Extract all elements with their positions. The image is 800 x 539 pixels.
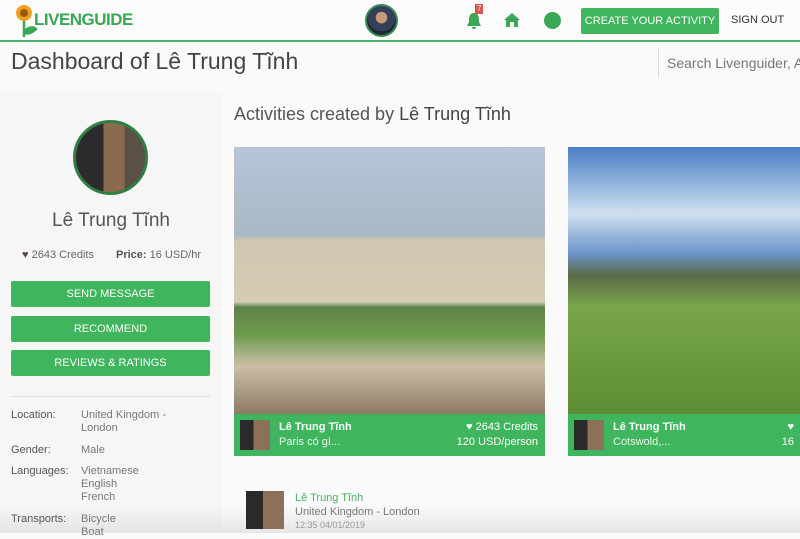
activity-card-footer[interactable]: Lê Trung Tĩnh Paris có gì... ♥ 2643 Cred…	[234, 414, 545, 456]
profile-credits: ♥ 2643 Credits	[22, 249, 94, 261]
home-icon[interactable]	[503, 12, 521, 28]
info-value: Vietnamese English French	[81, 465, 139, 503]
author-avatar	[574, 420, 604, 450]
comment-author[interactable]: Lê Trung Tĩnh	[295, 492, 363, 504]
author-name[interactable]: Lê Trung Tĩnh	[279, 421, 352, 433]
comment-time: 12:35 04/01/2019	[295, 520, 366, 530]
info-value: Male	[81, 444, 105, 456]
info-value: United Kingdom - London	[81, 409, 166, 434]
author-name[interactable]: Lê Trung Tĩnh	[613, 421, 686, 433]
user-avatar[interactable]	[365, 4, 398, 37]
info-label: Languages:	[11, 465, 69, 477]
recommend-button[interactable]: RECOMMEND	[11, 316, 210, 342]
comment-avatar	[246, 491, 284, 529]
activity-image[interactable]	[568, 147, 800, 414]
create-activity-button[interactable]: CREATE YOUR ACTIVITY	[581, 8, 719, 34]
divider	[11, 396, 210, 397]
info-value: Bicycle Boat	[81, 513, 116, 538]
heart-icon: ♥	[787, 421, 794, 433]
profile-avatar	[73, 120, 148, 195]
profile-name: Lê Trung Tĩnh	[52, 210, 170, 231]
reviews-ratings-button[interactable]: REVIEWS & RATINGS	[11, 350, 210, 376]
top-navbar: LIVENGUIDE 7 CREATE YOUR ACTIVITY SIGN O…	[0, 0, 800, 42]
bell-icon[interactable]	[466, 12, 482, 30]
activity-desc: Paris có gì...	[279, 436, 341, 448]
author-avatar	[240, 420, 270, 450]
profile-price: Price: 16 USD/hr	[116, 249, 201, 261]
activity-card-footer[interactable]: Lê Trung Tĩnh Cotswold,... ♥ 16	[568, 414, 800, 456]
logo-text[interactable]: LIVENGUIDE	[34, 10, 133, 30]
activity-image[interactable]	[234, 147, 545, 414]
info-label: Gender:	[11, 444, 51, 456]
search-input[interactable]	[658, 48, 800, 78]
globe-icon[interactable]	[544, 12, 561, 29]
heart-icon: ♥	[466, 421, 473, 433]
send-message-button[interactable]: SEND MESSAGE	[11, 281, 210, 307]
heart-icon: ♥	[22, 249, 29, 261]
sign-out-link[interactable]: SIGN OUT	[731, 14, 784, 26]
activity-credits: ♥ 2643 Credits	[466, 421, 538, 433]
info-label: Location:	[11, 409, 56, 421]
activity-desc: Cotswold,...	[613, 436, 671, 448]
activities-heading: Activities created by Lê Trung Tĩnh	[234, 104, 511, 124]
activity-price: 16	[781, 436, 794, 448]
notification-badge: 7	[475, 4, 484, 14]
activity-price: 120 USD/person	[456, 436, 538, 448]
info-label: Transports:	[11, 513, 67, 525]
page-title: Dashboard of Lê Trung Tĩnh	[11, 48, 299, 74]
comment-location: United Kingdom - London	[295, 506, 420, 518]
